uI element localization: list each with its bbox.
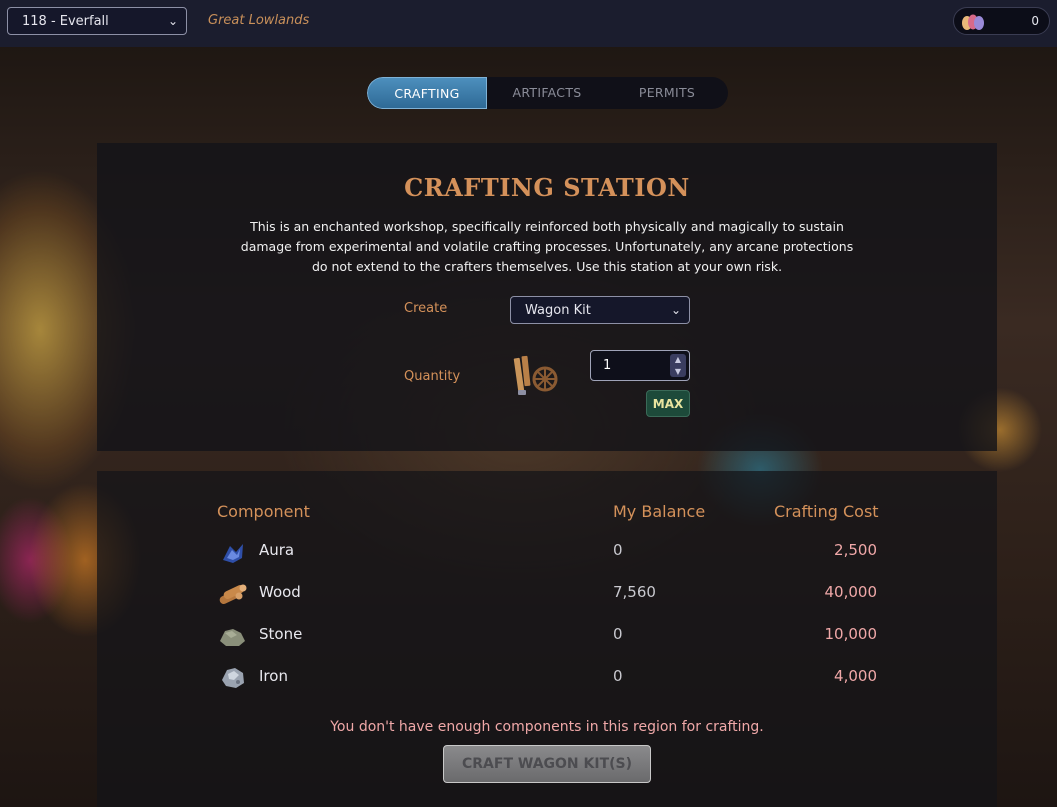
tab-crafting[interactable]: CRAFTING xyxy=(367,77,487,109)
wagon-kit-icon xyxy=(513,355,558,395)
component-name: Stone xyxy=(259,625,303,643)
aura-icon xyxy=(223,544,243,563)
create-select-value: Wagon Kit xyxy=(525,303,591,318)
quantity-label: Quantity xyxy=(404,369,461,384)
component-balance: 0 xyxy=(613,667,623,685)
create-item-select[interactable]: Wagon Kit ⌄ xyxy=(510,296,690,324)
gem-count: 0 xyxy=(1031,14,1039,28)
stone-icon xyxy=(220,629,245,646)
tab-bar: CRAFTING ARTIFACTS PERMITS xyxy=(367,77,728,109)
stepper-down-icon[interactable]: ▼ xyxy=(670,366,686,377)
quantity-stepper[interactable]: ▲ ▼ xyxy=(670,354,686,377)
region-select[interactable]: 118 - Everfall ⌄ xyxy=(7,7,187,35)
component-cost: 2,500 xyxy=(834,541,877,559)
component-balance: 0 xyxy=(613,625,623,643)
max-button[interactable]: MAX xyxy=(646,390,690,417)
wood-icon xyxy=(219,584,247,604)
component-name: Wood xyxy=(259,583,301,601)
region-select-value: 118 - Everfall xyxy=(22,14,109,29)
page-title: CRAFTING STATION xyxy=(404,173,690,202)
chevron-down-icon: ⌄ xyxy=(167,14,178,28)
component-name: Aura xyxy=(259,541,295,559)
create-label: Create xyxy=(404,301,448,316)
station-description: This is an enchanted workshop, specifica… xyxy=(240,219,854,274)
component-balance: 7,560 xyxy=(613,583,656,601)
quantity-input[interactable]: 1 ▲ ▼ xyxy=(590,350,690,381)
column-header-balance: My Balance xyxy=(613,502,706,521)
column-header-component: Component xyxy=(217,502,310,521)
top-bar: 118 - Everfall ⌄ Great Lowlands 0 xyxy=(0,0,1057,47)
quantity-value: 1 xyxy=(603,358,612,373)
column-header-cost: Crafting Cost xyxy=(774,502,879,521)
stepper-up-icon[interactable]: ▲ xyxy=(670,354,686,365)
region-name: Great Lowlands xyxy=(208,13,310,28)
component-cost: 10,000 xyxy=(824,625,878,643)
tab-artifacts[interactable]: ARTIFACTS xyxy=(487,77,607,109)
gems-icon xyxy=(962,14,984,30)
iron-icon xyxy=(222,668,244,688)
component-cost: 40,000 xyxy=(824,583,878,601)
tab-permits[interactable]: PERMITS xyxy=(607,77,727,109)
component-cost: 4,000 xyxy=(834,667,877,685)
craft-button[interactable]: CRAFT WAGON KIT(S) xyxy=(443,745,651,783)
component-balance: 0 xyxy=(613,541,623,559)
insufficient-components-warning: You don't have enough components in this… xyxy=(330,719,764,735)
gem-wallet[interactable]: 0 xyxy=(953,7,1050,35)
component-name: Iron xyxy=(259,667,288,685)
chevron-down-icon: ⌄ xyxy=(670,303,681,317)
